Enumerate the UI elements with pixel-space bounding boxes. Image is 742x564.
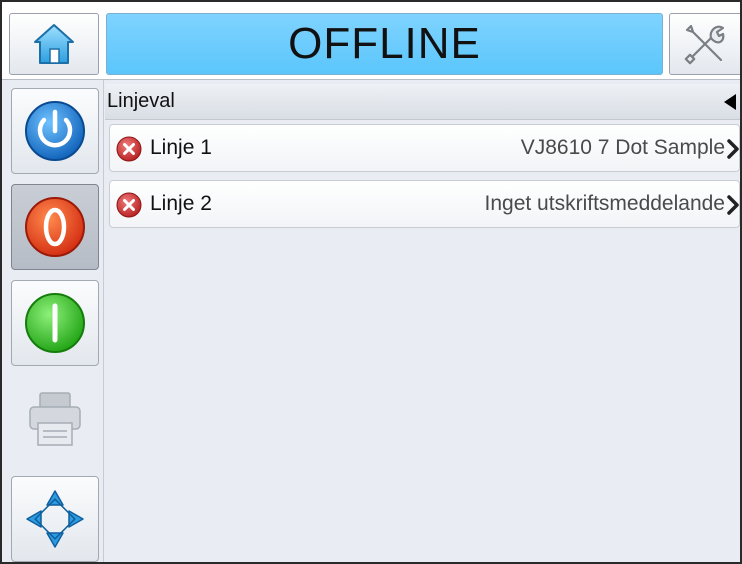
start-icon	[25, 293, 85, 353]
status-banner: OFFLINE	[106, 13, 663, 75]
collapse-arrow-icon[interactable]	[724, 94, 736, 110]
home-button[interactable]	[9, 13, 99, 75]
stop-icon	[25, 197, 85, 257]
power-icon	[25, 101, 85, 161]
section-title: Linjeval	[107, 90, 175, 112]
tools-icon	[684, 24, 725, 65]
app-frame: OFFLINE Linjeval Linje 1 VJ8610 7 Dot Sa…	[0, 0, 742, 564]
line-message: Inget utskriftsmeddelande	[484, 192, 725, 215]
chevron-right-icon	[727, 139, 739, 159]
navigate-arrows-icon	[26, 490, 84, 548]
error-icon	[116, 192, 142, 218]
line-label: Linje 1	[150, 136, 212, 159]
line-message: VJ8610 7 Dot Sample	[520, 136, 725, 159]
printer-status-text: OFFLINE	[288, 19, 481, 68]
print-button[interactable]	[11, 376, 99, 462]
error-icon	[116, 136, 142, 162]
line-selection-header[interactable]: Linjeval	[105, 84, 740, 120]
home-icon	[34, 24, 74, 64]
line-row-2[interactable]: Linje 2 Inget utskriftsmeddelande	[109, 180, 740, 228]
top-bar: OFFLINE	[2, 2, 740, 80]
start-button[interactable]	[11, 280, 99, 366]
content-area: Linjeval Linje 1 VJ8610 7 Dot Sample Lin…	[105, 80, 740, 562]
chevron-right-icon	[727, 195, 739, 215]
sidebar	[2, 80, 104, 562]
tools-button[interactable]	[669, 13, 740, 75]
line-label: Linje 2	[150, 192, 212, 215]
power-button[interactable]	[11, 88, 99, 174]
navigate-button[interactable]	[11, 476, 99, 562]
line-row-1[interactable]: Linje 1 VJ8610 7 Dot Sample	[109, 124, 740, 172]
stop-button[interactable]	[11, 184, 99, 270]
printer-icon	[29, 392, 81, 446]
